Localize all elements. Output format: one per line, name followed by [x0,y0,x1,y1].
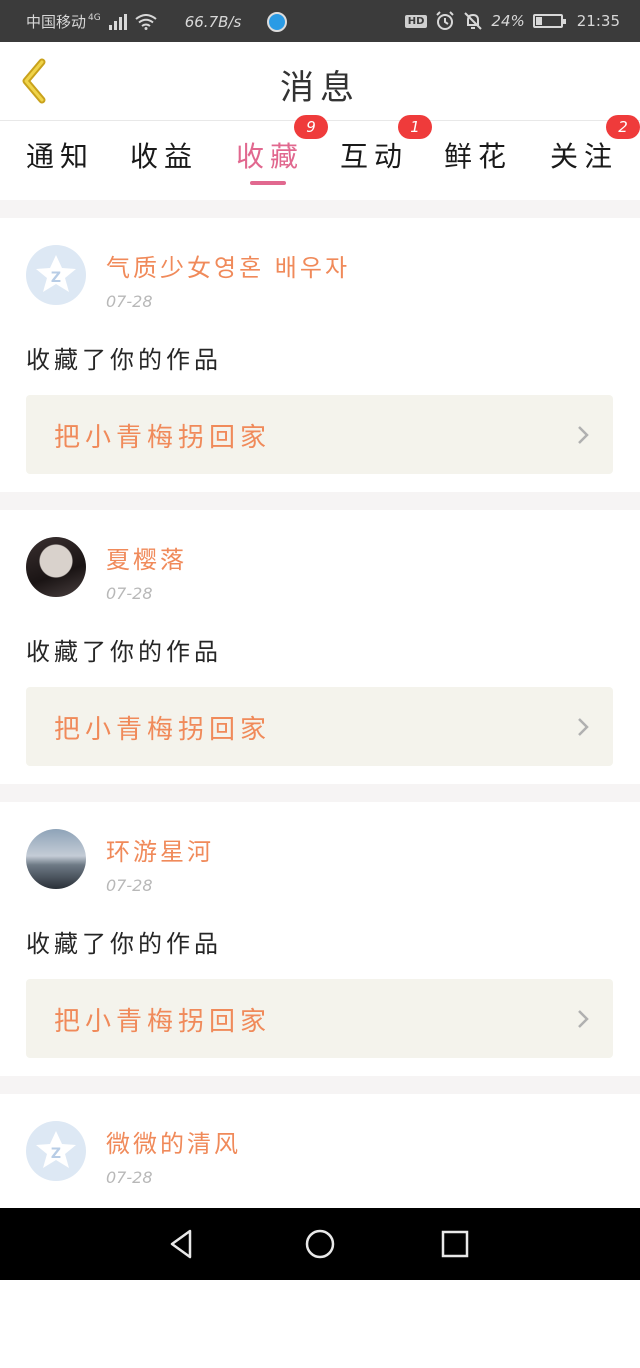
tab-follows[interactable]: 关注 [550,135,618,175]
default-avatar-icon: Z [36,255,76,292]
header: 消息 [0,42,640,121]
svg-text:Z: Z [51,270,61,286]
list-item: 夏樱落 07-28 收藏了你的作品 把小青梅拐回家 [0,510,640,784]
tab-earnings[interactable]: 收益 [130,135,198,175]
timestamp: 07-28 [106,584,153,603]
network-type: 4G [88,12,101,23]
list-item: Z 气质少女영혼 배우자 07-28 收藏了你的作品 把小青梅拐回家 [0,218,640,492]
message-list: Z 气质少女영혼 배우자 07-28 收藏了你的作品 把小青梅拐回家 夏樱落 0… [0,200,640,1368]
battery-percent: 24% [491,12,525,30]
svg-text:Z: Z [51,1146,61,1162]
back-triangle-icon[interactable] [164,1226,200,1262]
tab-interactions[interactable]: 互动 [340,135,408,175]
action-text: 收藏了你的作品 [26,346,222,374]
action-text: 收藏了你的作品 [26,930,222,958]
avatar[interactable] [26,537,86,597]
divider [0,784,640,802]
clock: 21:35 [576,12,620,30]
work-title: 把小青梅拐回家 [54,715,272,745]
system-nav-bar [0,1208,640,1280]
tab-bar: 通知 收益 收藏 互动 鲜花 关注 9 1 2 [0,115,640,200]
interactions-count-badge: 1 [398,115,432,139]
chevron-right-icon [578,1010,589,1028]
divider [0,1076,640,1094]
tab-notifications[interactable]: 通知 [26,135,94,175]
user-name[interactable]: 夏樱落 [106,540,187,575]
user-name[interactable]: 微微的清风 [106,1124,241,1159]
work-title: 把小青梅拐回家 [54,1007,272,1037]
work-title: 把小青梅拐回家 [54,423,272,453]
battery-level-fill [535,17,542,25]
action-text: 收藏了你的作品 [26,638,222,666]
default-avatar-icon: Z [36,1131,76,1168]
chevron-right-icon [578,426,589,444]
work-card[interactable]: 把小青梅拐回家 [26,395,613,474]
signal-icon [108,13,127,30]
active-tab-indicator [250,181,286,185]
divider [0,200,640,218]
favorites-count-badge: 9 [294,115,328,139]
mute-icon [464,12,483,30]
chevron-right-icon [578,718,589,736]
avatar[interactable]: Z [26,245,86,305]
app-notification-icon [267,11,288,32]
timestamp: 07-28 [106,876,153,895]
divider [0,492,640,510]
avatar[interactable] [26,829,86,889]
tab-flowers[interactable]: 鲜花 [444,135,512,175]
timestamp: 07-28 [106,1168,153,1187]
avatar[interactable]: Z [26,1121,86,1181]
timestamp: 07-28 [106,292,153,311]
home-circle-icon[interactable] [302,1226,338,1262]
list-item: 环游星河 07-28 收藏了你的作品 把小青梅拐回家 [0,802,640,1076]
work-card[interactable]: 把小青梅拐回家 [26,979,613,1058]
battery-icon [532,14,566,28]
user-name[interactable]: 环游星河 [106,832,214,867]
tab-favorites[interactable]: 收藏 [236,135,304,175]
page-title: 消息 [280,68,360,108]
recents-square-icon[interactable] [437,1226,473,1262]
hd-icon: HD [404,14,428,28]
network-speed: 66.7B/s [184,12,242,31]
user-name[interactable]: 气质少女영혼 배우자 [106,248,350,283]
wifi-icon [135,13,157,30]
follows-count-badge: 2 [606,115,640,139]
alarm-icon [436,11,455,30]
work-card[interactable]: 把小青梅拐回家 [26,687,613,766]
carrier-label: 中国移动 [26,13,87,31]
status-bar: 中国移动 4G 66.7B/s HD 24% 21:35 [0,0,640,42]
